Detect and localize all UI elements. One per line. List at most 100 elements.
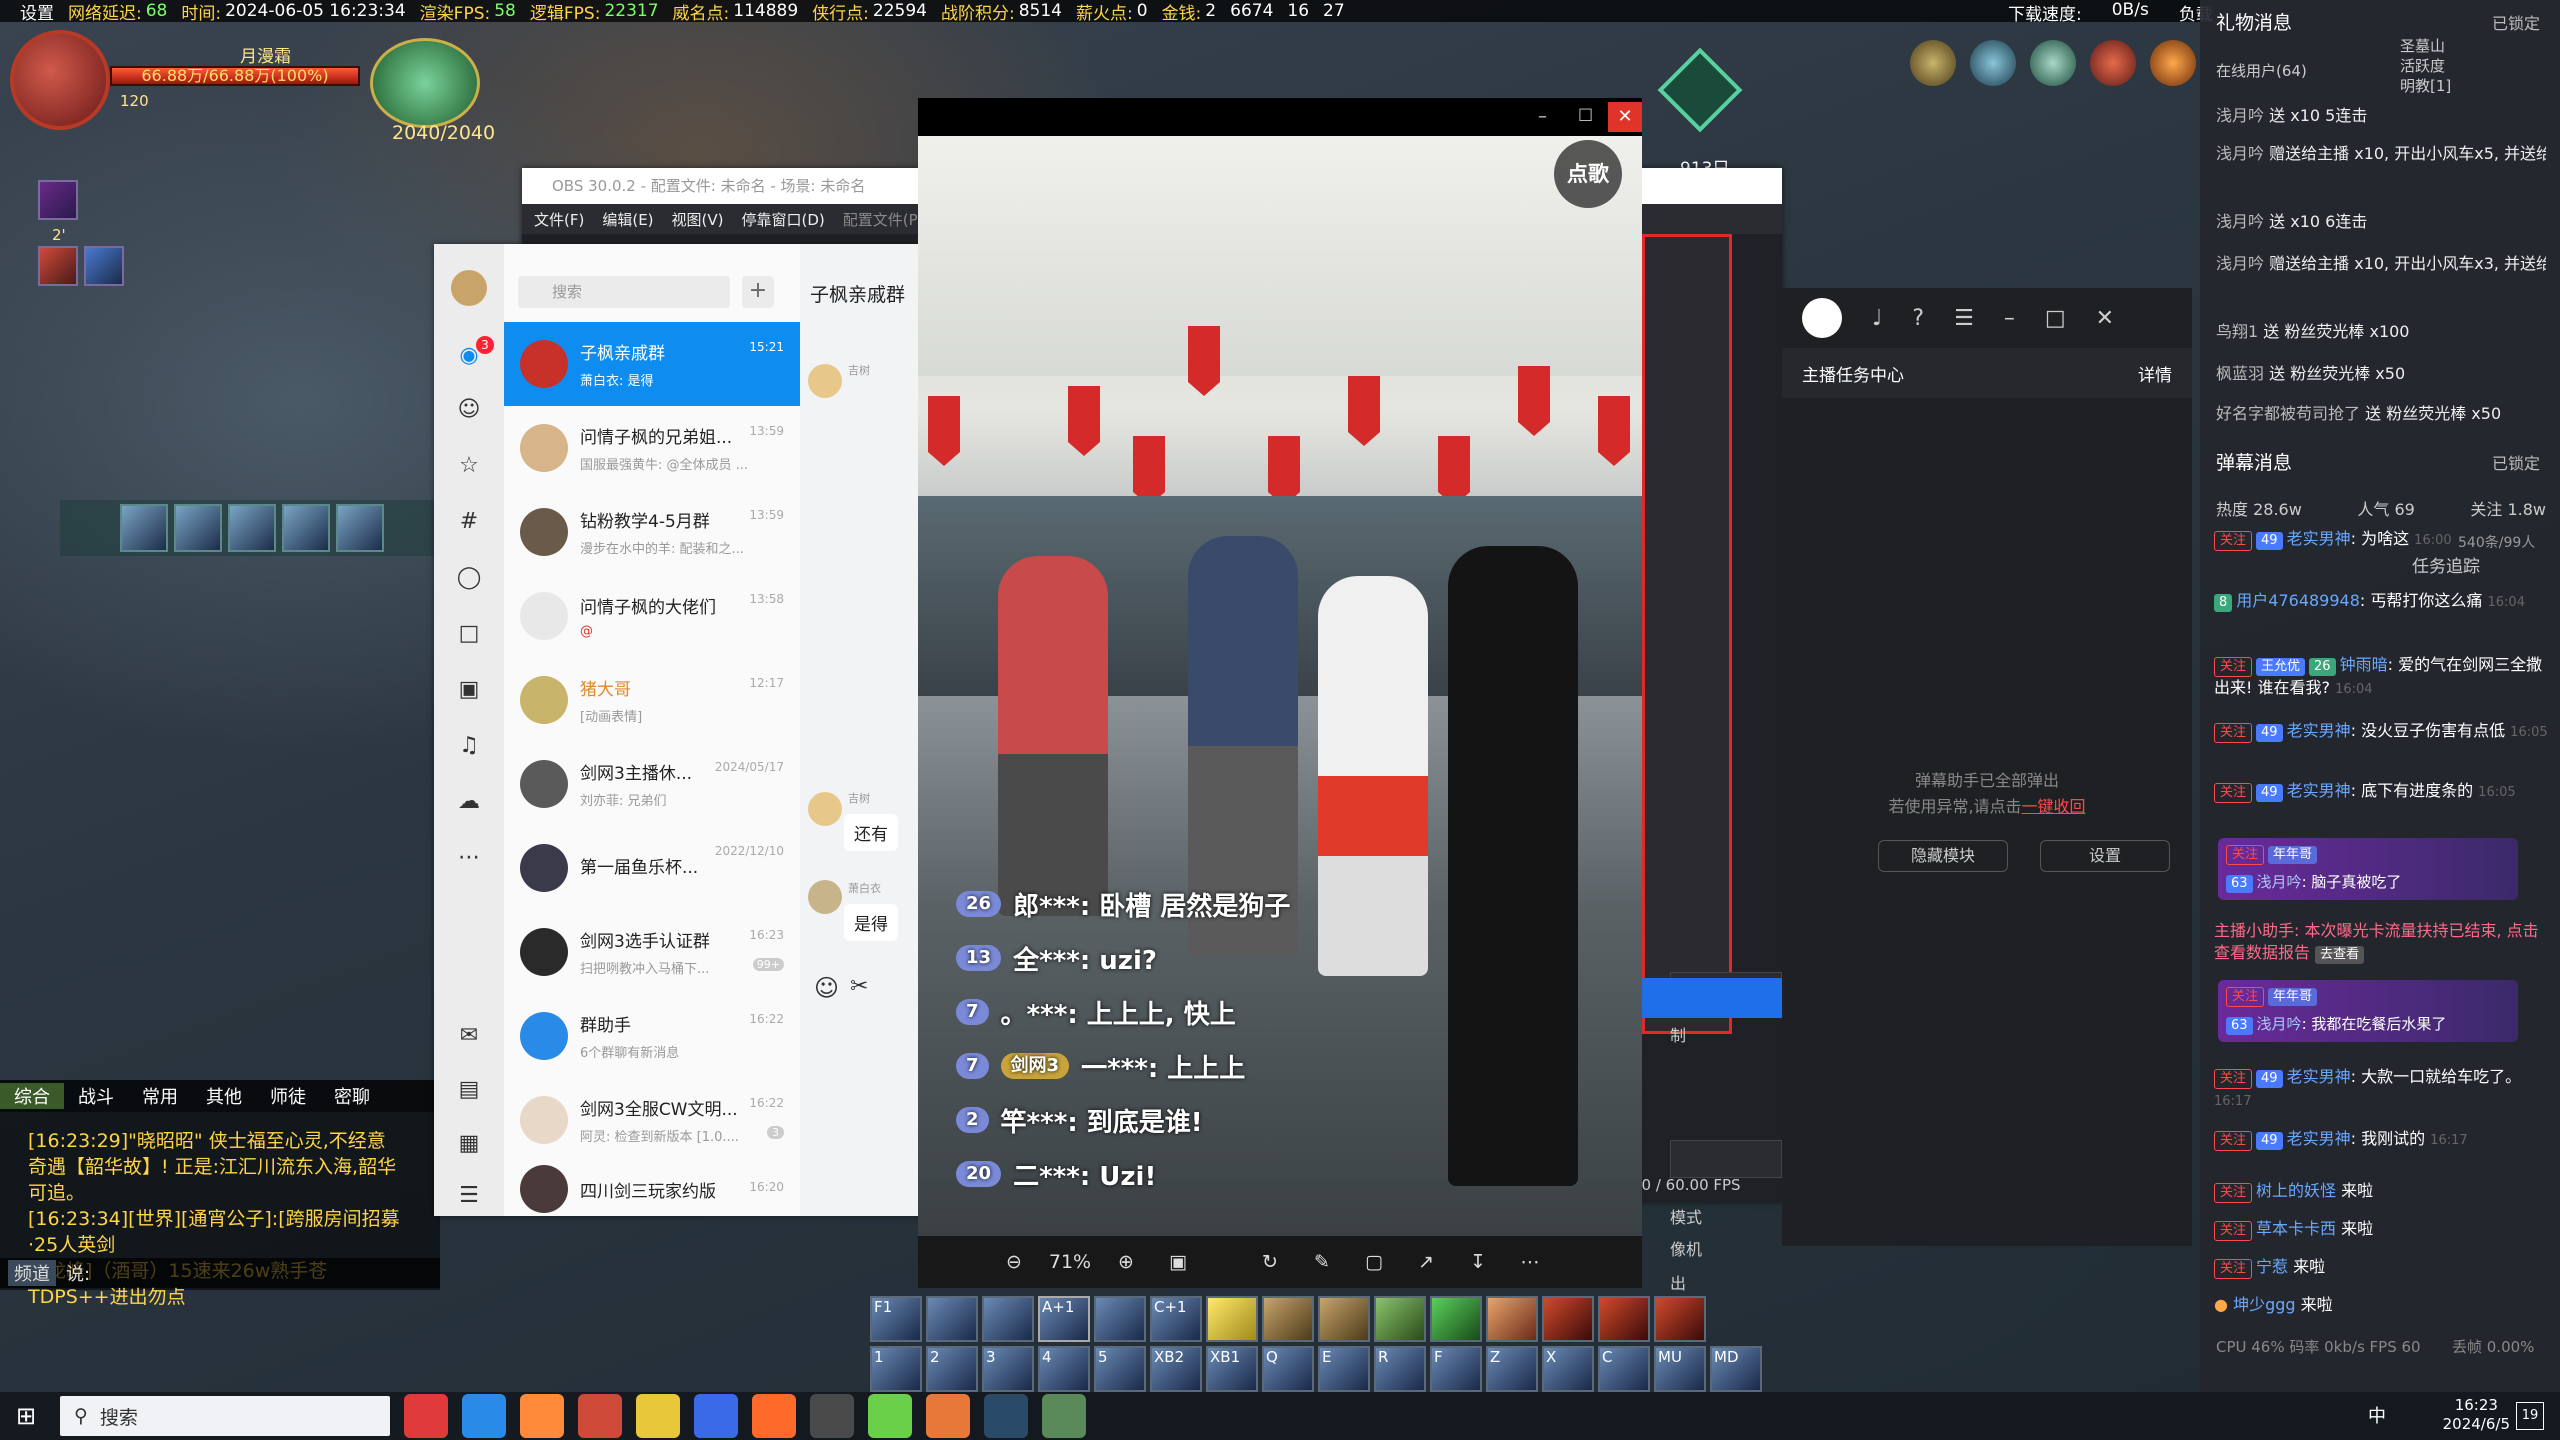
msg-user[interactable]: 浅月吟 — [2257, 873, 2302, 891]
rotate-icon[interactable]: ↻ — [1244, 1236, 1296, 1288]
task-center[interactable]: 主播任务中心 详情 — [1782, 348, 2192, 398]
add-icon[interactable]: + — [742, 276, 774, 308]
taskbar-app[interactable] — [984, 1394, 1028, 1438]
skill-slot[interactable]: Z — [1486, 1346, 1538, 1392]
windows-start-icon[interactable]: ⊞ — [0, 1402, 52, 1430]
menu-icon[interactable]: ☰ — [1954, 306, 1974, 331]
settings-button[interactable]: 设置 — [2040, 840, 2170, 872]
chat-tab[interactable]: 其他 — [192, 1083, 256, 1109]
gift-lock[interactable]: 已锁定 — [2492, 10, 2540, 34]
taskbar-app[interactable] — [636, 1394, 680, 1438]
chat-item[interactable]: 子枫亲戚群 萧白衣: 是得 15:21 — [504, 322, 800, 406]
skill-slot[interactable]: MD — [1710, 1346, 1762, 1392]
skill-slot[interactable] — [1206, 1296, 1258, 1342]
msg-user[interactable]: 老实男神 — [2287, 721, 2351, 740]
skill-slot[interactable]: E — [1318, 1346, 1370, 1392]
skill-slot[interactable]: 4 — [1038, 1346, 1090, 1392]
msg-user[interactable]: 老实男神 — [2287, 529, 2351, 548]
chat-item[interactable]: 问情子枫的兄弟姐... 国服最强黄牛: @全体成员 ... 13:59 — [504, 406, 800, 490]
recall-link[interactable]: 一键收回 — [2022, 797, 2086, 816]
maximize-icon[interactable]: □ — [1578, 104, 1593, 123]
settings-link[interactable]: 设置 — [20, 0, 54, 24]
task-detail-link[interactable]: 详情 — [2138, 361, 2172, 386]
taskbar-search[interactable]: ⚲ 搜索 — [60, 1396, 390, 1436]
skill-slot[interactable] — [1262, 1296, 1314, 1342]
apps-grid-icon[interactable]: ⋯ — [453, 842, 485, 874]
ime-indicator[interactable]: 中 — [2368, 1402, 2386, 1428]
skill-slot[interactable]: XB2 — [1150, 1346, 1202, 1392]
skill-slot[interactable]: C — [1598, 1346, 1650, 1392]
skill-slot[interactable] — [1486, 1296, 1538, 1342]
skill-slot[interactable]: F1 — [870, 1296, 922, 1342]
skill-slot[interactable]: R — [1374, 1346, 1426, 1392]
activity-icon[interactable] — [1970, 40, 2016, 86]
chat-tab[interactable]: 师徒 — [256, 1083, 320, 1109]
download-icon[interactable]: ↧ — [1452, 1236, 1504, 1288]
more-icon[interactable]: ⋯ — [1504, 1236, 1556, 1288]
skill-slot[interactable] — [1374, 1296, 1426, 1342]
crop-icon[interactable]: ▢ — [1348, 1236, 1400, 1288]
zoom-in-icon[interactable]: ⊕ — [1100, 1236, 1152, 1288]
channel-icon[interactable]: # — [453, 506, 485, 538]
chat-item[interactable]: 问情子枫的大佬们 @13:58 — [504, 574, 800, 658]
msg-user[interactable]: 老实男神 — [2287, 781, 2351, 800]
maximize-icon[interactable]: □ — [2045, 306, 2066, 331]
chat-item[interactable]: 第一届鱼乐杯... 2022/12/10 — [504, 826, 800, 910]
obs-menu-item[interactable]: 停靠窗口(D) — [742, 209, 825, 230]
bell-icon[interactable]: ♫ — [453, 730, 485, 762]
skill-slot[interactable]: Q — [1262, 1346, 1314, 1392]
taskbar-app[interactable] — [520, 1394, 564, 1438]
taskbar-clock[interactable]: 16:23 2024/6/5 — [2443, 1396, 2510, 1434]
taskbar-app[interactable] — [404, 1394, 448, 1438]
msg-user[interactable]: 浅月吟 — [2257, 1015, 2302, 1033]
minimize-icon[interactable]: – — [2004, 306, 2015, 331]
headset-icon[interactable]: ♩ — [1872, 306, 1882, 331]
close-icon[interactable]: ✕ — [1608, 102, 1642, 132]
skill-slot[interactable] — [1598, 1296, 1650, 1342]
msg-user[interactable]: 坤少ggg — [2233, 1295, 2295, 1314]
skill-slot[interactable] — [1654, 1296, 1706, 1342]
taskbar-app[interactable] — [926, 1394, 970, 1438]
skill-slot[interactable]: F — [1430, 1346, 1482, 1392]
skill-slot[interactable]: XB1 — [1206, 1346, 1258, 1392]
msg-user[interactable]: 树上的妖怪 — [2256, 1181, 2336, 1200]
taskbar-app[interactable] — [694, 1394, 738, 1438]
minimize-icon[interactable]: – — [1538, 106, 1547, 127]
buff-icon[interactable] — [38, 246, 78, 286]
close-icon[interactable]: ✕ — [2096, 306, 2114, 331]
chat-item[interactable]: 钻粉教学4-5月群 漫步在水中的羊: 配装和之... 13:59 — [504, 490, 800, 574]
compass-icon[interactable] — [1657, 47, 1743, 133]
taskbar-app[interactable] — [810, 1394, 854, 1438]
chat-input-bar[interactable]: 频道 说: — [0, 1258, 440, 1288]
view-report-button[interactable]: 去查看 — [2315, 946, 2365, 964]
skill-slot[interactable] — [1430, 1296, 1482, 1342]
taskbar-app[interactable] — [1042, 1394, 1086, 1438]
album-icon[interactable]: □ — [453, 618, 485, 650]
obs-menu-item[interactable]: 配置文件(P) — [843, 209, 924, 230]
skill-slot[interactable]: A+1 — [1038, 1296, 1090, 1342]
skill-slot[interactable]: 5 — [1094, 1346, 1146, 1392]
msg-user[interactable]: 钟雨暗 — [2340, 655, 2388, 674]
actual-size-icon[interactable]: ▣ — [1152, 1236, 1204, 1288]
menu-icon[interactable]: ☰ — [453, 1180, 485, 1212]
emoji-icon[interactable]: ☺ — [814, 974, 839, 1002]
channel-select[interactable]: 频道 — [8, 1260, 56, 1286]
docs-icon[interactable]: ▣ — [453, 674, 485, 706]
user-avatar[interactable] — [451, 270, 487, 306]
chat-item[interactable]: 群助手 6个群聊有新消息 16:22 — [504, 994, 800, 1078]
chat-item[interactable]: 四川剑三玩家约版 16:20 — [504, 1162, 800, 1216]
video-frame[interactable]: 点歌 26 郎***: 卧槽 居然是狗子 13 全***: uzi? 7 。***: … — [918, 136, 1642, 1236]
msg-user[interactable]: 老实男神 — [2287, 1129, 2351, 1148]
skill-slot[interactable]: X — [1542, 1346, 1594, 1392]
star-icon[interactable]: ☆ — [453, 450, 485, 482]
chat-tab[interactable]: 战斗 — [64, 1083, 128, 1109]
lantern-icon[interactable] — [2090, 40, 2136, 86]
contacts-icon[interactable]: ☺ — [453, 394, 485, 426]
skill-slot[interactable] — [120, 504, 168, 552]
chat-item[interactable]: 剑网3主播休... 刘亦菲: 兄弟们 2024/05/17 — [504, 742, 800, 826]
song-request-button[interactable]: 点歌 — [1554, 140, 1622, 208]
skill-slot[interactable] — [228, 504, 276, 552]
skill-slot[interactable] — [926, 1296, 978, 1342]
activity-icon[interactable] — [1910, 40, 1956, 86]
skill-slot[interactable]: MU — [1654, 1346, 1706, 1392]
